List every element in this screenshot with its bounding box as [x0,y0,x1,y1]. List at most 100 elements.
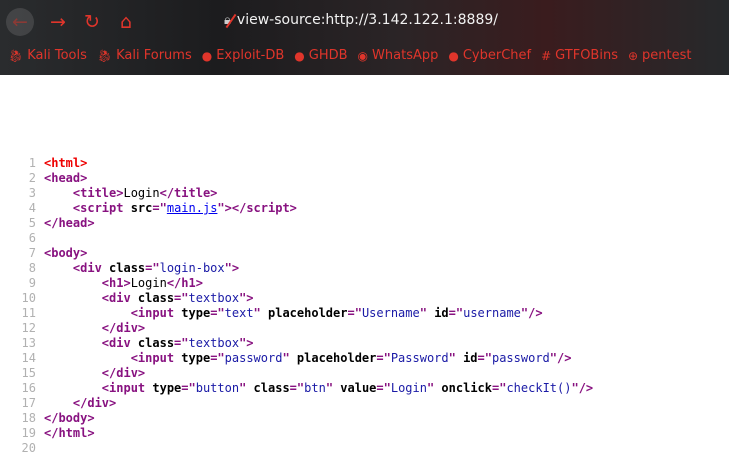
code-token-tag: =" [289,381,305,395]
code-token-val: button [195,381,240,395]
bookmark-kali-tools[interactable]: 🐉︎ Kali Tools [8,48,87,63]
code-token-tag: <title> [72,186,124,200]
code-token-txt: Login [130,276,167,290]
code-token-tag: =" [210,351,225,365]
bookmark-label: GHDB [308,48,348,63]
source-line: 10 <div class="textbox"> [0,291,729,306]
code-token-val: Password [390,351,449,365]
source-line: 5 </head> [0,216,729,231]
line-number: 4 [28,201,36,215]
source-line: 3 <title>Login</title> [0,186,729,201]
code-token-val: Username [361,306,420,320]
code-token-tag: =" [210,306,225,320]
code-token-tag: " [282,351,297,365]
url-text[interactable]: view-source:http://3.142.122.1:8889/ [237,12,498,28]
code-token-val: password [224,351,283,365]
code-token-attr: class [253,381,290,395]
code-token-tag: =" [181,381,196,395]
bookmark-label: Kali Tools [27,48,87,63]
bookmark-kali-forums[interactable]: 🐉︎ Kali Forums [97,48,192,63]
code-token-tag: " [426,381,442,395]
line-number: 16 [21,381,36,395]
line-code: </body> [44,411,95,426]
source-line: 14 <input type="password" placeholder="P… [0,351,729,366]
source-line: 15 </div> [0,366,729,381]
code-token-tag: " [419,306,435,320]
source-line: 1 <html> [0,156,729,171]
code-token-tag: "/> [571,381,594,395]
bookmark-gtfobins[interactable]: # GTFOBins [541,48,618,63]
code-token-attr: class [137,291,175,305]
code-token-tag: <div [101,336,138,350]
bookmark-exploit-db[interactable]: ● Exploit-DB [202,48,285,63]
line-number: 7 [28,246,36,260]
line-number: 10 [21,291,36,305]
line-code: <html> [44,156,87,171]
code-token-tag: </title> [159,186,218,200]
code-token-val: username [463,306,521,320]
bookmark-ghdb[interactable]: ● GHDB [294,48,347,63]
code-token-attr: id [463,351,478,365]
code-token-tag: <input [101,381,153,395]
whatsapp-icon: ◉ [357,48,369,63]
source-line: 7 <body> [0,246,729,261]
exploitdb-icon: ● [201,48,213,63]
line-number: 9 [28,276,36,290]
line-code: <input type="button" class="btn" value="… [44,381,593,396]
line-number: 8 [28,261,36,275]
code-token-attr: type [181,306,211,320]
code-token-tag: " [253,306,268,320]
line-code: <div class="login-box"> [44,261,239,276]
line-number: 6 [28,231,36,245]
back-arrow-icon[interactable]: ← [6,8,34,36]
line-code: </div> [44,396,116,411]
code-token-tag: "> [239,336,254,350]
line-number: 18 [21,411,36,425]
bookmarks-bar: 🐉︎ Kali Tools 🐉︎ Kali Forums ● Exploit-DB ● GHD… [8,48,692,63]
source-line: 19 </html> [0,426,729,441]
code-token-attr: type [181,351,211,365]
bookmark-cyberchef[interactable]: ● CyberChef [448,48,531,63]
code-token-tag: </head> [44,216,95,230]
home-icon[interactable]: ⌂ [116,11,136,33]
source-line: 4 <script src="main.js"></script> [0,201,729,216]
source-line: 2 <head> [0,171,729,186]
bookmark-whatsapp[interactable]: ◉ WhatsApp [358,48,439,63]
code-token-tag: " [448,351,464,365]
code-token-tag: =" [448,306,464,320]
line-number: 14 [21,351,36,365]
source-line: 17 </div> [0,396,729,411]
code-token-tag: =" [174,336,189,350]
line-code: <head> [44,171,87,186]
code-token-attr: src [130,201,153,215]
browser-toolbar: ← → ↻ ⌂ 🔒︎ view-source:http://3.142.122.… [0,0,729,75]
source-line: 9 <h1>Login</h1> [0,276,729,291]
line-code: <div class="textbox"> [44,291,254,306]
code-token-tag: </div> [101,321,146,335]
line-code: </head> [44,216,95,231]
bookmark-label: Exploit-DB [216,48,285,63]
code-token-tag: <head> [44,171,88,185]
view-source-content: 1 <html> 2 <head> 3 <title>Login</title> 4 <s… [0,75,729,456]
code-token-val: Login [390,381,427,395]
forward-arrow-icon[interactable]: → [48,11,68,33]
address-bar[interactable]: 🔒︎ view-source:http://3.142.122.1:8889/ [224,12,498,28]
reload-icon[interactable]: ↻ [82,11,102,33]
script-src-link[interactable]: main.js [167,201,218,215]
bookmark-pentest[interactable]: ⊕ pentest [628,48,692,63]
line-code: </div> [44,366,145,381]
line-code: <div class="textbox"> [44,336,254,351]
code-token-err: <html> [44,156,88,170]
source-line: 13 <div class="textbox"> [0,336,729,351]
code-token-tag: " [325,381,341,395]
code-token-tag: "></script> [217,201,297,215]
insecure-lock-icon[interactable]: 🔒︎ [224,13,231,28]
source-line: 8 <div class="login-box"> [0,261,729,276]
code-token-tag: <body> [44,246,88,260]
code-token-tag: <h1> [101,276,131,290]
